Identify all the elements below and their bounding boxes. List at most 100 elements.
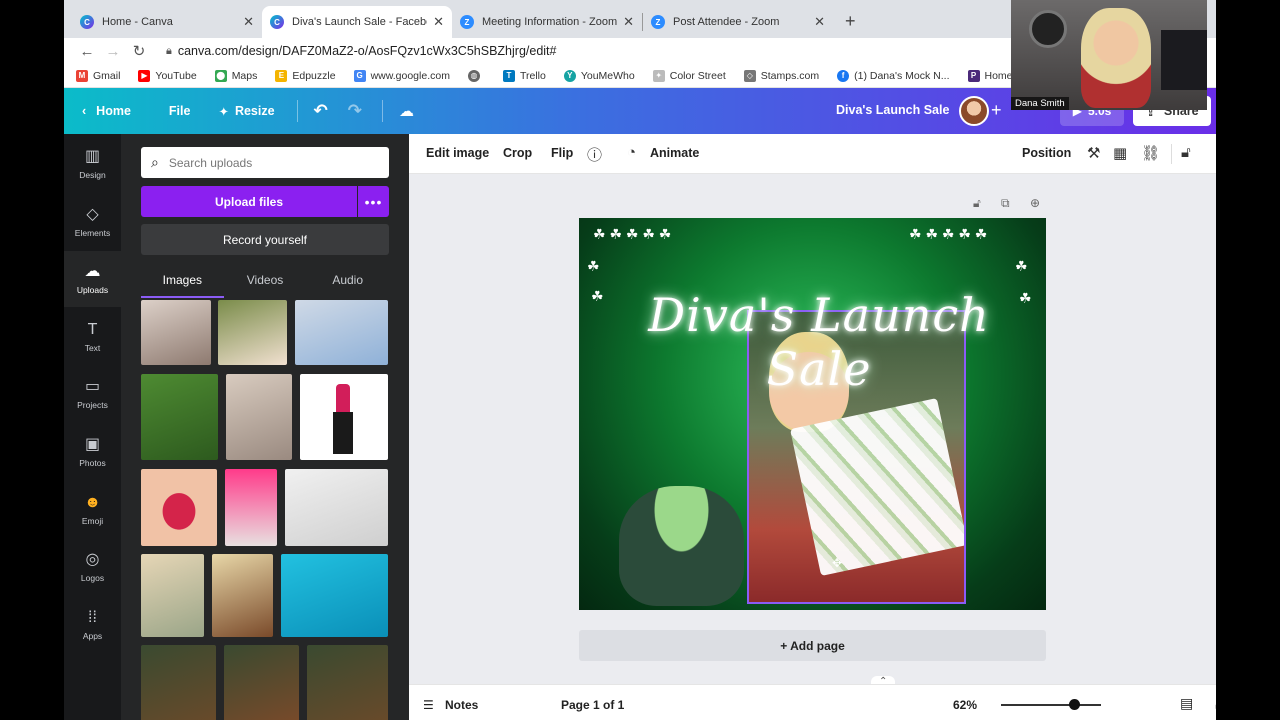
text-icon: T <box>87 320 98 338</box>
record-yourself-button[interactable]: Record yourself <box>141 224 389 255</box>
page-lock-icon[interactable]: 🔓︎ <box>973 196 981 211</box>
reload-icon[interactable]: ↻ <box>126 42 152 60</box>
bookmark-stamps[interactable]: ◇ Stamps.com <box>743 69 819 82</box>
bookmark-youmewho[interactable]: Y YouMeWho <box>563 69 635 82</box>
cloud-save-icon[interactable]: ☁ <box>399 102 414 120</box>
bookmark-google[interactable]: Gwww.google.com <box>353 69 450 82</box>
close-tab-icon[interactable]: ✕ <box>243 14 254 30</box>
editor-footer: ☰ Notes Page 1 of 1 62% ▤ ⤢ ? <box>409 684 1216 720</box>
rail-item-projects[interactable]: ▭ Projects <box>64 366 121 422</box>
animate-button[interactable]: Animate <box>650 146 699 160</box>
lock-icon[interactable]: 🔒︎ <box>166 45 172 58</box>
header-divider <box>296 100 298 122</box>
undo-icon[interactable]: ↶ <box>314 101 328 121</box>
add-page-icon[interactable]: ⊕ <box>1030 196 1040 210</box>
rail-item-logos[interactable]: ◎ Logos <box>64 539 121 595</box>
position-button[interactable]: Position <box>1022 146 1071 160</box>
upload-thumbnail[interactable] <box>141 645 216 720</box>
upload-thumbnail[interactable] <box>295 300 388 365</box>
transparency-icon[interactable]: ▦ <box>1113 144 1127 162</box>
tab-audio[interactable]: Audio <box>306 268 389 298</box>
letterbox-right <box>1216 0 1280 720</box>
bookmark-gmail[interactable]: M Gmail <box>76 69 120 82</box>
bookmark-facebook[interactable]: f (1) Dana's Mock N... <box>837 69 950 82</box>
upload-thumbnail[interactable] <box>225 469 277 546</box>
bookmark-trello[interactable]: T Trello <box>502 69 546 82</box>
fullscreen-icon[interactable]: ⤢ <box>1215 695 1216 712</box>
rail-item-uploads[interactable]: ☁ Uploads <box>64 251 121 307</box>
upload-thumbnail[interactable] <box>141 554 204 637</box>
rail-item-design[interactable]: ▥ Design <box>64 136 121 192</box>
notes-button[interactable]: Notes <box>445 698 478 712</box>
rail-item-emoji[interactable]: ☻ Emoji <box>64 482 121 538</box>
notes-icon[interactable]: ☰ <box>423 698 434 712</box>
upload-thumbnail[interactable] <box>212 554 273 637</box>
rail-item-text[interactable]: T Text <box>64 309 121 365</box>
link-icon[interactable]: ⛓ <box>1141 144 1160 162</box>
design-title[interactable]: Diva's Launch Sale <box>836 103 949 117</box>
bookmark-youtube[interactable]: ▶ YouTube <box>138 69 197 82</box>
more-options-icon[interactable]: ••• <box>358 186 389 217</box>
zoom-level[interactable]: 62% <box>953 698 977 712</box>
close-tab-icon[interactable]: ✕ <box>433 14 444 30</box>
rail-item-elements[interactable]: ◇ Elements <box>64 194 121 250</box>
upload-thumbnail[interactable] <box>285 469 388 546</box>
upload-thumbnail[interactable] <box>307 645 388 720</box>
bookmark-label: Trello <box>519 69 546 82</box>
page-count-icon[interactable]: ▤ <box>1180 695 1193 712</box>
google-icon: G <box>353 69 366 82</box>
rail-item-apps[interactable]: ⁞⁞ Apps <box>64 597 121 653</box>
upload-thumbnail[interactable] <box>281 554 388 637</box>
avatar[interactable] <box>959 96 989 126</box>
upload-thumbnail[interactable] <box>141 300 211 365</box>
design-canvas[interactable]: ☘ ☘ ☘ ☘ ☘ ☘ ☘ ☘ ☘ ☘ ☘ ☘ ☘ ☘ Diva's Launc… <box>579 218 1046 610</box>
edit-image-button[interactable]: Edit image <box>426 146 489 160</box>
zoom-slider-knob[interactable] <box>1069 699 1080 710</box>
flip-button[interactable]: Flip <box>551 146 573 160</box>
headline-text[interactable]: Diva's Launch Sale <box>619 288 1019 396</box>
resize-button[interactable]: ✦ Resize <box>218 104 274 119</box>
tab-home-canva[interactable]: C Home - Canva ✕ <box>72 6 262 38</box>
file-menu-button[interactable]: File <box>169 104 191 118</box>
rail-label: Design <box>79 169 106 180</box>
add-collaborator-icon[interactable]: + <box>991 100 1002 121</box>
close-tab-icon[interactable]: ✕ <box>623 14 634 30</box>
bookmark-edpuzzle[interactable]: E Edpuzzle <box>275 69 336 82</box>
add-page-button[interactable]: + Add page <box>579 630 1046 661</box>
back-arrow-icon[interactable]: ← <box>74 43 100 60</box>
new-tab-icon[interactable]: + <box>845 11 856 32</box>
tab-post-attendee[interactable]: Z Post Attendee - Zoom ✕ <box>643 6 833 38</box>
upload-thumbnail[interactable] <box>300 374 388 460</box>
tab-videos[interactable]: Videos <box>224 268 307 298</box>
upload-thumbnail[interactable] <box>218 300 287 365</box>
upload-files-button[interactable]: Upload files <box>141 186 357 217</box>
sparkle-icon: ✦ <box>218 104 229 119</box>
tab-images[interactable]: Images <box>141 268 224 298</box>
duplicate-page-icon[interactable]: ⧉ <box>1001 196 1010 211</box>
tab-meeting-information[interactable]: Z Meeting Information - Zoom ✕ <box>452 6 642 38</box>
bookmark-color-street[interactable]: ✦ Color Street <box>652 69 726 82</box>
home-button[interactable]: ‹ Home <box>82 104 131 118</box>
bookmark-maps[interactable]: ⬤ Maps <box>214 69 257 82</box>
upload-thumbnail[interactable] <box>226 374 292 460</box>
bookmark-globe[interactable]: ◍ <box>467 69 485 82</box>
forward-arrow-icon[interactable]: → <box>100 43 126 60</box>
trello-icon: T <box>502 69 515 82</box>
animate-icon[interactable]: ◔ <box>627 144 636 161</box>
upload-thumbnail[interactable] <box>141 374 218 460</box>
crop-button[interactable]: Crop <box>503 146 532 160</box>
tab-divas-launch-sale[interactable]: C Diva's Launch Sale - Facebook ✕ <box>262 6 452 38</box>
rail-item-photos[interactable]: ▣ Photos <box>64 424 121 480</box>
zoom-slider[interactable] <box>1001 699 1101 710</box>
pot-of-gold-image[interactable] <box>619 486 744 606</box>
lock-icon[interactable]: 🔓︎ <box>1181 144 1191 161</box>
close-tab-icon[interactable]: ✕ <box>814 14 825 30</box>
url-field[interactable]: canva.com/design/DAFZ0MaZ2-o/AosFQzv1cWx… <box>178 44 557 58</box>
paint-roller-icon[interactable]: ⚒ <box>1087 144 1100 162</box>
page-indicator[interactable]: Page 1 of 1 <box>561 698 624 712</box>
redo-icon[interactable]: ↷ <box>348 101 362 121</box>
search-input[interactable]: ⌕ Search uploads <box>141 147 389 178</box>
upload-thumbnail[interactable] <box>141 469 217 546</box>
upload-thumbnail[interactable] <box>224 645 299 720</box>
info-icon[interactable]: ⓘ <box>587 144 602 165</box>
